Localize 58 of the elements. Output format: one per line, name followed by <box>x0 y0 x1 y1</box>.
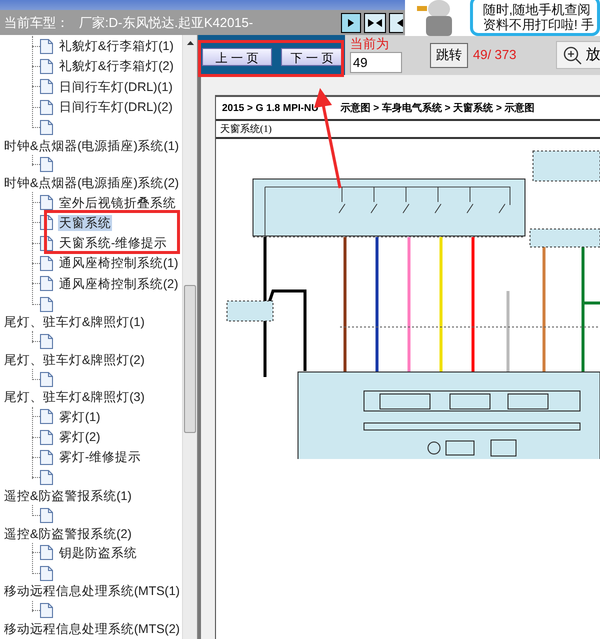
tree-item[interactable]: 钥匙防盗系统 <box>58 544 138 561</box>
document-icon <box>40 38 53 54</box>
diagram-title: 天窗系统(1) <box>220 122 272 136</box>
ad-banner[interactable]: 随时,随地手机查阅 资料不用打印啦! 手 <box>405 0 600 36</box>
tree-item[interactable]: 室外后视镜折叠系统 <box>58 194 177 211</box>
document-icon <box>40 276 53 292</box>
fit-button[interactable] <box>364 12 386 32</box>
scroll-up-icon[interactable] <box>187 41 194 45</box>
arrows-inward-icon <box>368 18 382 26</box>
next-page-button[interactable]: 下 一 页 <box>281 48 343 66</box>
tree-item[interactable]: 时钟&点烟器(电源插座)系统(2) <box>4 176 179 192</box>
car-model-label: 当前车型： <box>3 14 69 32</box>
document-icon <box>40 409 53 424</box>
tree-item[interactable]: 日间行车灯(DRL)(2) <box>58 99 174 116</box>
arrow-right-icon <box>347 18 355 26</box>
prev-arrow-button[interactable] <box>389 12 403 32</box>
current-page-label: 当前为 <box>350 36 390 51</box>
document-icon <box>40 450 53 465</box>
document-icon <box>40 79 53 94</box>
tree-item[interactable]: 尾灯、驻车灯&牌照灯(1) <box>4 315 145 330</box>
document-icon <box>40 195 53 210</box>
tree-item[interactable]: 移动远程信息处理系统(MTS(2) <box>4 622 180 638</box>
tree-item[interactable]: 天窗系统-维修提示 <box>58 235 168 252</box>
tree-item[interactable]: 通风座椅控制系统(1) <box>58 255 180 272</box>
scroll-thumb[interactable] <box>184 285 196 433</box>
previous-page-button[interactable]: 上 一 页 <box>202 48 272 66</box>
tree-item[interactable]: 通风座椅控制系统(2) <box>58 276 180 292</box>
tree-item[interactable]: 天窗系统 <box>58 214 112 231</box>
zoom-in-button[interactable]: 放 <box>556 41 600 69</box>
jump-button[interactable]: 跳转 <box>430 42 468 68</box>
breadcrumb-text: 2015 > G 1.8 MPI-NU <box>222 102 318 116</box>
ad-text: 随时,随地手机查阅 <box>483 2 592 17</box>
tree-item[interactable]: 遥控&防盗警报系统(2) <box>4 526 132 542</box>
tree-item[interactable]: 雾灯-维修提示 <box>58 449 142 466</box>
document-icon <box>40 545 53 560</box>
next-arrow-button[interactable] <box>341 12 361 32</box>
ad-text: 资料不用打印啦! 手 <box>483 17 596 32</box>
tree-item[interactable]: 礼貌灯&行李箱灯(1) <box>58 38 175 54</box>
car-model-value: 厂家:D-东风悦达.起亚K42015- <box>79 14 254 32</box>
tree-item[interactable]: 雾灯(1) <box>58 408 102 425</box>
page-count: 49/ 373 <box>473 46 516 64</box>
tree-item[interactable]: 礼貌灯&行李箱灯(2) <box>58 58 175 74</box>
breadcrumb-text: 示意图 > 车身电气系统 > 天窗系统 > 示意图 <box>340 101 535 116</box>
document-icon <box>40 58 53 74</box>
tree-item[interactable]: 时钟&点烟器(电源插座)系统(1) <box>4 138 179 154</box>
document-icon <box>40 100 53 115</box>
arrow-left-icon <box>396 18 403 26</box>
document-icon <box>40 430 53 445</box>
tree-item[interactable]: 日间行车灯(DRL)(1) <box>58 78 174 95</box>
page-number-field[interactable]: 49 <box>350 52 402 73</box>
tree-item[interactable]: 雾灯(2) <box>58 429 102 446</box>
tree-item[interactable]: 尾灯、驻车灯&牌照灯(2) <box>4 352 145 368</box>
tree-item[interactable]: 遥控&防盗警报系统(1) <box>4 488 132 504</box>
tree-item[interactable]: 移动远程信息处理系统(MTS(1) <box>4 584 180 600</box>
zoom-in-icon <box>563 46 582 64</box>
document-icon <box>40 256 53 271</box>
scrollbar[interactable] <box>182 35 197 639</box>
tree-item[interactable]: 尾灯、驻车灯&牌照灯(3) <box>4 390 145 406</box>
